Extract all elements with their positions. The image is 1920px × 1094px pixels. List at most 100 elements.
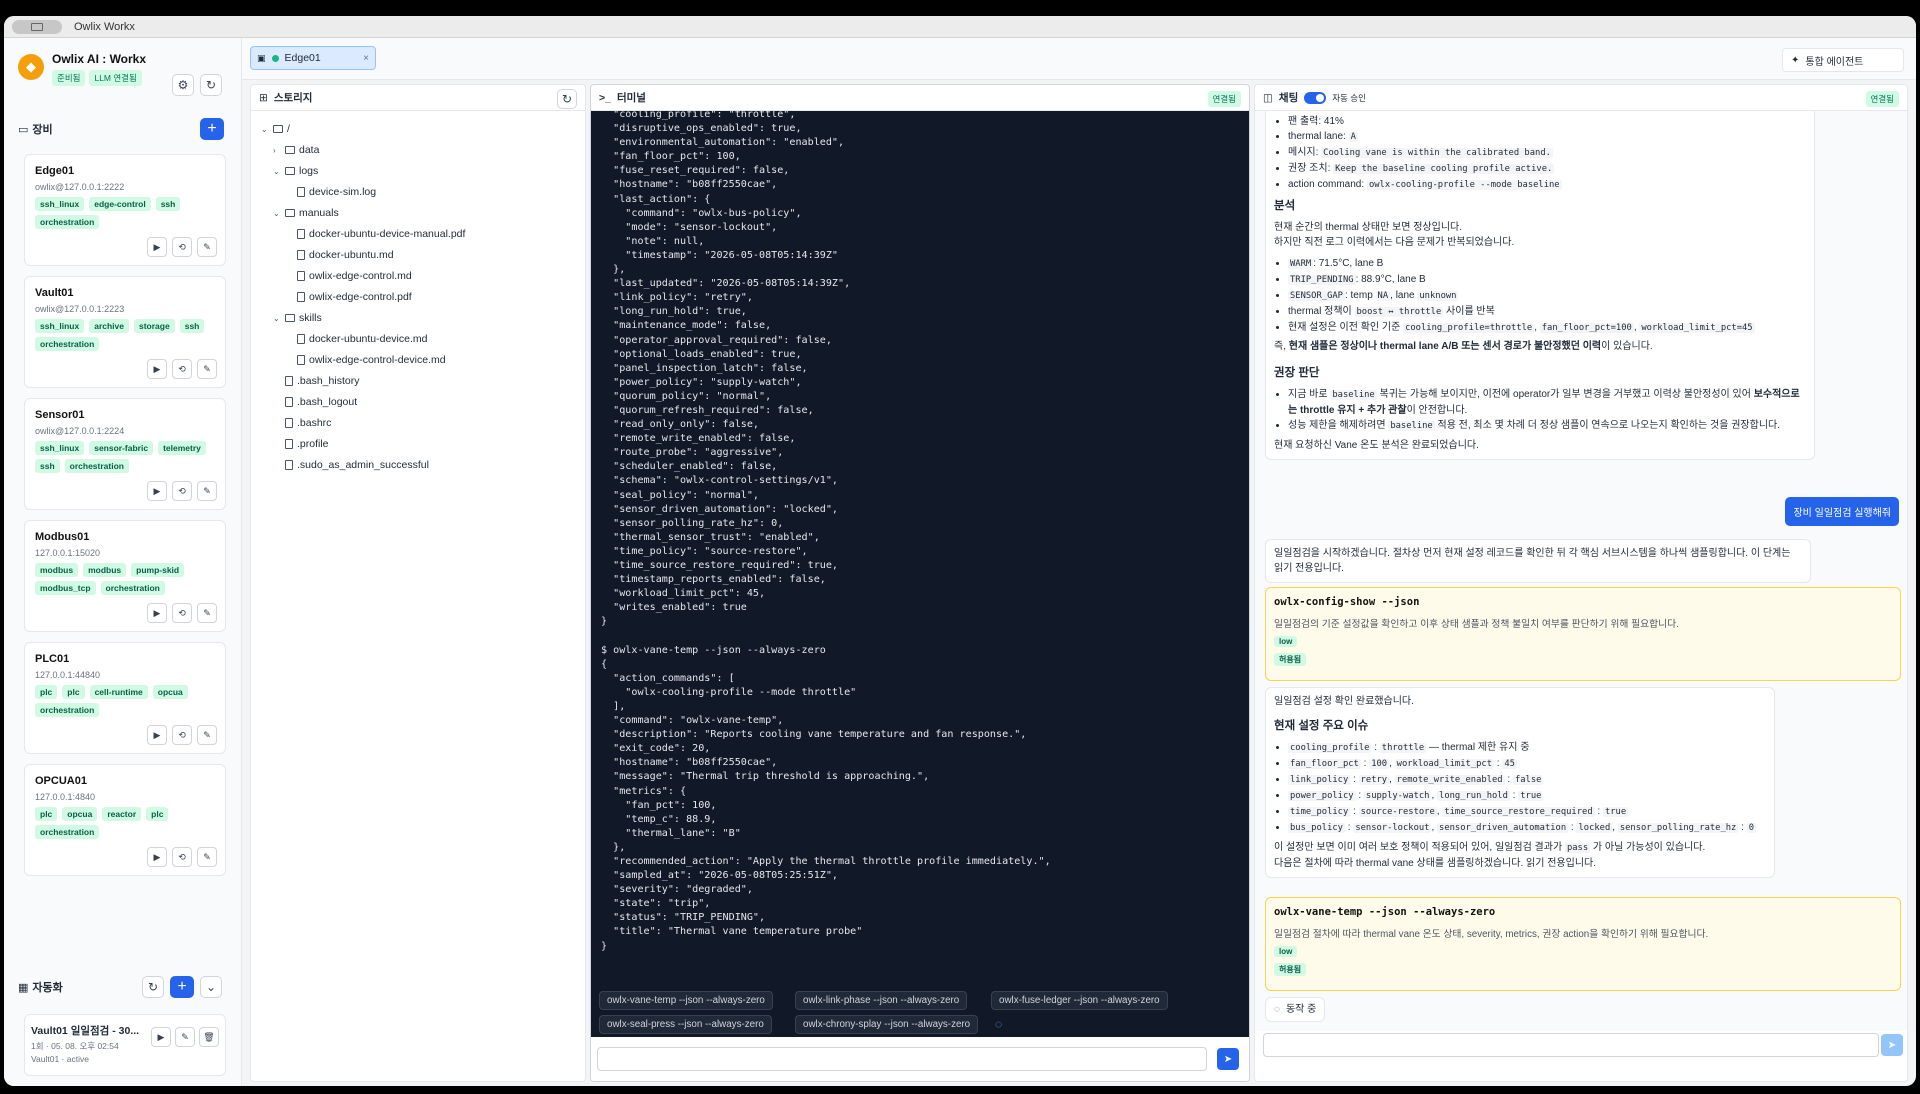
device-tag: orchestration [35, 215, 100, 229]
edit-device-button[interactable]: ✎ [197, 481, 217, 501]
history-button[interactable]: ⟲ [172, 237, 192, 257]
command-suggestion[interactable]: owlx-link-phase --json --always-zero [795, 991, 968, 1010]
history-button[interactable]: ⟲ [172, 847, 192, 867]
chat-input[interactable] [1263, 1033, 1879, 1057]
device-card[interactable]: Vault01 owlix@127.0.0.1:2223 ssh_linux arch… [24, 276, 226, 388]
automation-refresh-button[interactable]: ↻ [142, 976, 164, 998]
list-item: power_policy : supply-watch, long_run_ho… [1288, 788, 1766, 804]
device-card[interactable]: Edge01 owlix@127.0.0.1:2222 ssh_linux edge-… [24, 154, 226, 266]
unified-agent-label: 통합 에이전트 [1805, 56, 1864, 68]
command-suggestion[interactable]: owlx-vane-temp --json --always-zero [599, 991, 773, 1010]
tree-label: docker-ubuntu-device-manual.pdf [309, 228, 466, 240]
tree-file[interactable]: owlix-edge-control.md [297, 270, 412, 282]
connect-device-button[interactable]: ▶ [147, 847, 167, 867]
tree-file[interactable]: device-sim.log [297, 186, 376, 198]
tree-label: .profile [297, 438, 329, 450]
history-button[interactable]: ⟲ [172, 481, 192, 501]
settings-button[interactable]: ⚙ [172, 74, 194, 96]
device-tag: pump-skid [131, 563, 185, 577]
tree-file[interactable]: .sudo_as_admin_successful [285, 459, 429, 471]
automation-title: 자동화 [32, 982, 63, 994]
tree-folder[interactable]: ⌄ manuals [273, 207, 339, 219]
tool-call-card[interactable]: owlx-vane-temp --json --always-zero 일일점검… [1265, 897, 1901, 991]
pencil-icon: ✎ [203, 851, 211, 862]
edit-device-button[interactable]: ✎ [197, 847, 217, 867]
chat-bot-icon: ◫ [1263, 91, 1273, 104]
tree-file[interactable]: .bashrc [285, 417, 331, 429]
terminal-input[interactable] [597, 1047, 1207, 1071]
play-icon: ▶ [153, 851, 161, 862]
tab-edge01[interactable]: ▣ Edge01 × [250, 46, 376, 70]
edit-automation-button[interactable]: ✎ [175, 1027, 195, 1047]
file-icon [285, 460, 293, 470]
edit-device-button[interactable]: ✎ [197, 359, 217, 379]
storage-refresh-button[interactable]: ↻ [557, 89, 577, 109]
connect-device-button[interactable]: ▶ [147, 481, 167, 501]
run-automation-button[interactable]: ▶ [151, 1027, 171, 1047]
tree-file[interactable]: docker-ubuntu.md [297, 249, 394, 261]
automation-item[interactable]: Vault01 일일점검 - 30... 1회 · 05. 08. 오후 02:… [24, 1014, 226, 1076]
tree-file[interactable]: docker-ubuntu-device.md [297, 333, 427, 345]
paragraph: 일일점검을 시작하겠습니다. 절차상 먼저 현재 설정 레코드를 확인한 뒤 각… [1274, 548, 1791, 574]
history-icon: ⟲ [178, 729, 186, 740]
history-button[interactable]: ⟲ [172, 725, 192, 745]
tree-folder[interactable]: ⌄ / [261, 123, 290, 135]
edit-device-button[interactable]: ✎ [197, 725, 217, 745]
history-button[interactable]: ⟲ [172, 603, 192, 623]
history-icon: ⟲ [178, 607, 186, 618]
tree-file[interactable]: .profile [285, 438, 329, 450]
command-suggestion[interactable]: owlx-seal-press --json --always-zero [599, 1015, 772, 1034]
tree-file[interactable]: owlix-edge-control-device.md [297, 354, 446, 366]
command-suggestion[interactable]: owlx-chrony-splay --json --always-zero [795, 1015, 979, 1034]
tree-folder[interactable]: ⌄ logs [273, 165, 318, 177]
automation-collapse-button[interactable]: ⌄ [200, 976, 222, 998]
window-title: Owlix Workx [74, 20, 135, 33]
device-tags: ssh_linux sensor-fabric telemetry ssh orches… [35, 441, 220, 473]
add-automation-button[interactable]: + [170, 976, 194, 998]
device-card[interactable]: OPCUA01 127.0.0.1:4840 plc opcua reactor plc o… [24, 764, 226, 876]
automation-status: Vault01 · active [31, 1054, 89, 1064]
connect-device-button[interactable]: ▶ [147, 603, 167, 623]
device-card[interactable]: Modbus01 127.0.0.1:15020 modbus modbus pump-… [24, 520, 226, 632]
tree-file[interactable]: .bash_logout [285, 396, 357, 408]
device-tag: reactor [102, 807, 142, 821]
refresh-icon: ↻ [147, 980, 159, 994]
device-card[interactable]: PLC01 127.0.0.1:44840 plc plc cell-runtime op… [24, 642, 226, 754]
device-card[interactable]: Sensor01 owlix@127.0.0.1:2224 ssh_linux sen… [24, 398, 226, 510]
delete-automation-button[interactable]: 🗑 [199, 1027, 219, 1047]
working-indicator: ◌ 동작 중 [1265, 997, 1326, 1022]
tree-folder[interactable]: ⌄ skills [273, 312, 322, 324]
add-device-button[interactable]: + [200, 118, 224, 140]
device-tag: sensor-fabric [89, 441, 154, 455]
connect-device-button[interactable]: ▶ [147, 237, 167, 257]
edit-device-button[interactable]: ✎ [197, 603, 217, 623]
command-suggestion[interactable]: owlx-fuse-ledger --json --always-zero [991, 991, 1168, 1010]
approval-badge: 허용됨 [1274, 653, 1307, 666]
history-icon: ⟲ [178, 241, 186, 252]
tree-file[interactable]: .bash_history [285, 375, 359, 387]
play-icon: ▶ [153, 729, 161, 740]
tree-label: .bash_logout [297, 396, 358, 408]
tree-file[interactable]: docker-ubuntu-device-manual.pdf [297, 228, 465, 240]
terminal-output-area[interactable]: "cooling_profile": "throttle", "disrupti… [591, 111, 1249, 1013]
tree-folder[interactable]: › data [273, 144, 319, 156]
device-tag: orchestration [35, 337, 100, 351]
connect-device-button[interactable]: ▶ [147, 725, 167, 745]
connect-device-button[interactable]: ▶ [147, 359, 167, 379]
auto-approve-toggle[interactable] [1304, 91, 1327, 104]
terminal-send-button[interactable]: ➤ [1217, 1048, 1239, 1070]
unified-agent-button[interactable]: ✦ 통합 에이전트 [1782, 48, 1904, 72]
chat-header: ◫ 채팅 자동 승인 연결됨 [1255, 85, 1907, 111]
list-item: cooling_profile : throttle — thermal 제한 … [1288, 740, 1766, 756]
sidebar-toggle-button[interactable] [12, 19, 62, 34]
terminal-title: 터미널 [616, 92, 646, 104]
play-icon: ▶ [157, 1031, 165, 1042]
close-tab-icon[interactable]: × [363, 53, 369, 64]
tree-file[interactable]: owlix-edge-control.pdf [297, 291, 412, 303]
history-button[interactable]: ⟲ [172, 359, 192, 379]
refresh-button[interactable]: ↻ [200, 74, 222, 96]
tool-call-card[interactable]: owlx-config-show --json 일일점검의 기준 설정값을 확인… [1265, 587, 1901, 681]
risk-badge: low [1274, 946, 1298, 957]
edit-device-button[interactable]: ✎ [197, 237, 217, 257]
chat-send-button[interactable]: ➤ [1881, 1034, 1903, 1056]
